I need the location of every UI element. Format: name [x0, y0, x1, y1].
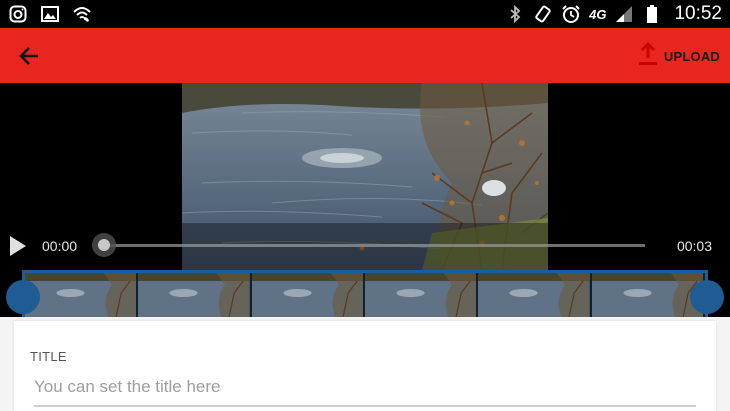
alarm-icon — [561, 4, 581, 24]
play-icon — [8, 236, 28, 261]
video-thumbnail — [364, 273, 479, 317]
seek-thumb[interactable] — [92, 233, 116, 257]
bluetooth-icon — [505, 4, 525, 24]
wifi-calling-icon — [72, 4, 92, 24]
video-thumbnail — [251, 273, 365, 317]
instagram-icon — [8, 4, 28, 24]
title-input[interactable] — [34, 371, 696, 407]
arrow-left-icon — [16, 47, 46, 74]
image-icon — [40, 4, 60, 24]
back-button[interactable] — [16, 42, 46, 70]
status-bar-time: 10:52 — [674, 3, 722, 24]
status-bar: 4G 10:52 — [0, 0, 730, 28]
video-thumbnail — [591, 273, 705, 317]
video-player[interactable]: 00:00 00:03 — [0, 83, 730, 270]
title-card: TITLE — [14, 321, 716, 411]
network-4g-icon: 4G — [589, 6, 607, 22]
video-thumbnail — [478, 273, 592, 317]
upload-button[interactable]: UPLOAD — [638, 40, 720, 72]
video-thumbnail — [138, 273, 252, 317]
status-bar-right-icons: 4G 10:52 — [505, 2, 722, 26]
player-controls: 00:00 00:03 — [0, 223, 730, 270]
title-label: TITLE — [30, 349, 67, 364]
vibrate-icon — [533, 4, 553, 24]
trim-end-handle[interactable] — [690, 280, 724, 314]
signal-icon — [614, 4, 634, 24]
status-bar-left-icons — [8, 4, 92, 24]
trim-filmstrip[interactable] — [0, 270, 730, 317]
upload-label: UPLOAD — [663, 48, 720, 64]
seek-bar[interactable] — [104, 244, 645, 247]
app-bar: UPLOAD — [0, 28, 730, 83]
video-thumbnail — [25, 273, 139, 317]
duration: 00:03 — [676, 238, 712, 254]
current-time: 00:00 — [42, 238, 78, 254]
trim-start-handle[interactable] — [6, 280, 40, 314]
battery-icon — [642, 4, 662, 24]
details-form: TITLE — [0, 317, 730, 411]
thumbnail-strip — [25, 273, 705, 317]
play-button[interactable] — [8, 235, 28, 257]
trim-range — [22, 270, 708, 317]
upload-icon — [638, 41, 658, 72]
